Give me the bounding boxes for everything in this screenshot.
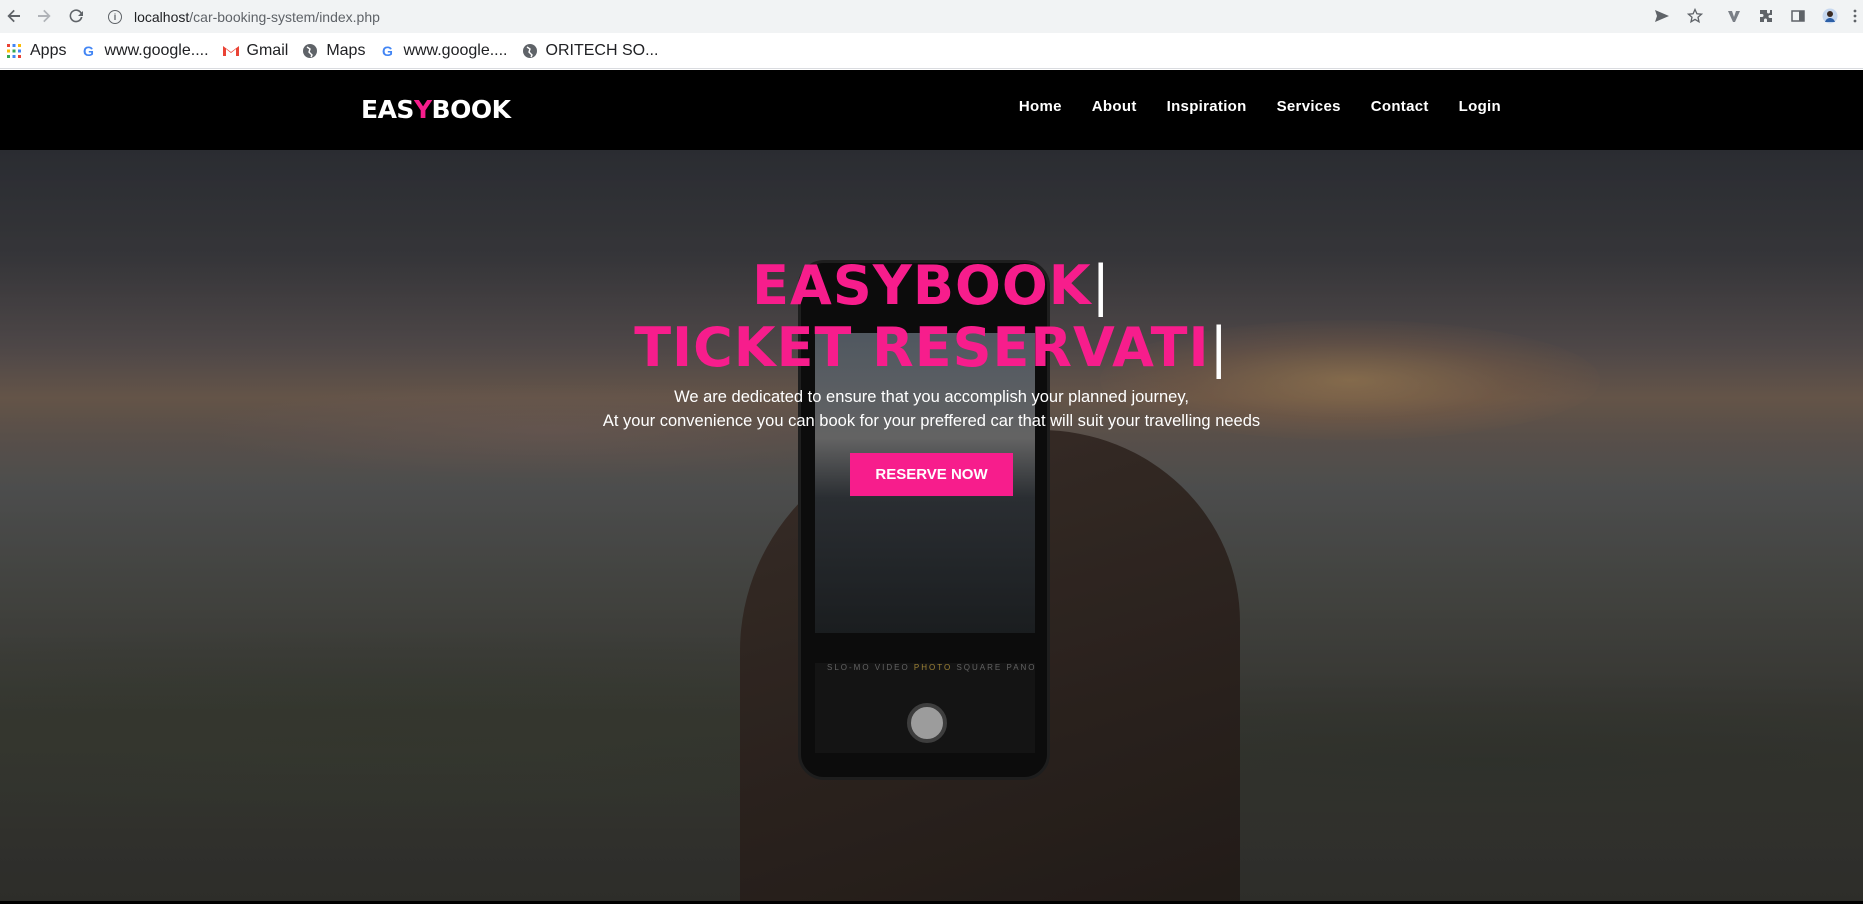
bookmark-apps[interactable]: Apps bbox=[6, 42, 66, 60]
hero-content: EASYBOOK| TICKET RESERVATI| We are dedic… bbox=[0, 255, 1863, 496]
extensions-puzzle-icon[interactable] bbox=[1756, 6, 1776, 26]
headline-line-1: EASYBOOK| bbox=[0, 255, 1863, 317]
side-panel-icon[interactable] bbox=[1788, 6, 1808, 26]
reserve-now-button[interactable]: RESERVE NOW bbox=[850, 453, 1013, 496]
site-logo[interactable]: EASYBOOK bbox=[361, 95, 511, 124]
headline-text-2: TICKET RESERVATI bbox=[634, 316, 1210, 379]
logo-text-end: BOOK bbox=[431, 95, 511, 124]
bookmark-gmail[interactable]: Gmail bbox=[222, 41, 289, 60]
globe-icon bbox=[522, 43, 538, 59]
hero-section: SLO-MO VIDEO PHOTO SQUARE PANO EASYBOOK|… bbox=[0, 150, 1863, 901]
google-icon: G bbox=[83, 42, 94, 59]
hero-headline: EASYBOOK| TICKET RESERVATI| bbox=[0, 255, 1863, 379]
site-header: EASYBOOK Home About Inspiration Services… bbox=[0, 70, 1863, 150]
address-bar[interactable]: i localhost/car-booking-system/index.php bbox=[96, 3, 1711, 30]
browser-toolbar: i localhost/car-booking-system/index.php bbox=[0, 0, 1863, 33]
bookmark-google-2[interactable]: G www.google.... bbox=[379, 41, 508, 60]
nav-services[interactable]: Services bbox=[1277, 98, 1341, 115]
bookmark-oritech[interactable]: ORITECH SO... bbox=[522, 41, 659, 60]
bookmarks-bar: Apps G www.google.... Gmail Maps G www.g… bbox=[0, 33, 1863, 69]
logo-text-accent: Y bbox=[413, 95, 432, 124]
tagline-line-2: At your convenience you can book for you… bbox=[602, 412, 1261, 430]
hero-tagline: We are dedicated to ensure that you acco… bbox=[0, 385, 1863, 433]
forward-arrow-icon[interactable] bbox=[32, 5, 56, 27]
tagline-line-1: We are dedicated to ensure that you acco… bbox=[674, 388, 1189, 406]
nav-inspiration[interactable]: Inspiration bbox=[1167, 98, 1247, 115]
send-icon[interactable] bbox=[1652, 6, 1672, 26]
typing-cursor: | bbox=[1209, 316, 1229, 379]
globe-icon bbox=[302, 43, 318, 59]
site-info-icon[interactable]: i bbox=[108, 9, 122, 24]
nav-home[interactable]: Home bbox=[1019, 98, 1062, 115]
reload-icon[interactable] bbox=[64, 5, 88, 27]
bookmark-label: www.google.... bbox=[403, 41, 508, 59]
nav-contact[interactable]: Contact bbox=[1371, 98, 1429, 115]
bookmark-label: www.google.... bbox=[104, 41, 209, 59]
gmail-icon bbox=[222, 43, 239, 59]
url-path: /car-booking-system/index.php bbox=[189, 8, 380, 25]
bookmark-google-1[interactable]: G www.google.... bbox=[80, 41, 209, 60]
back-arrow-icon[interactable] bbox=[2, 5, 26, 27]
logo-text-start: EAS bbox=[361, 95, 414, 124]
nav-about[interactable]: About bbox=[1092, 98, 1137, 115]
bookmark-label: Maps bbox=[326, 41, 366, 59]
bookmark-label: Apps bbox=[30, 41, 67, 59]
apps-grid-icon bbox=[6, 43, 22, 59]
extension-v-icon[interactable] bbox=[1724, 6, 1744, 26]
bookmark-star-icon[interactable] bbox=[1685, 6, 1705, 26]
main-nav: Home About Inspiration Services Contact … bbox=[989, 98, 1501, 115]
profile-avatar-icon[interactable] bbox=[1820, 6, 1840, 26]
url-host: localhost bbox=[134, 8, 190, 25]
url-text: localhost/car-booking-system/index.php bbox=[134, 9, 380, 25]
menu-dots-icon[interactable] bbox=[1848, 6, 1862, 26]
bookmark-label: Gmail bbox=[246, 41, 289, 59]
google-icon: G bbox=[381, 42, 393, 59]
headline-text-1: EASYBOOK bbox=[752, 254, 1092, 317]
typing-cursor: | bbox=[1091, 254, 1111, 317]
nav-login[interactable]: Login bbox=[1459, 98, 1501, 115]
headline-line-2: TICKET RESERVATI| bbox=[0, 317, 1863, 379]
bookmark-label: ORITECH SO... bbox=[545, 41, 659, 59]
bookmark-maps[interactable]: Maps bbox=[302, 42, 365, 60]
